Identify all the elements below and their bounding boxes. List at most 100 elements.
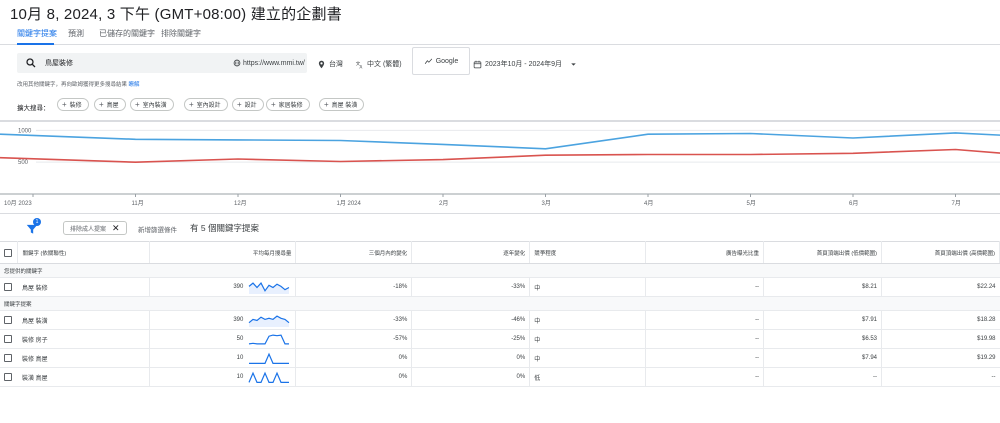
table-row[interactable]: 裝修 鳥屋 10 0% 0% 中 -- $7.94 $19.29 bbox=[0, 348, 1000, 368]
broaden-chip[interactable]: + 鳥屋 裝潢 bbox=[319, 98, 365, 111]
table-header-row: 關鍵字 (依關聯性) 平均每月搜尋量 三個月內的變化 逐年變化 競爭程度 廣告曝… bbox=[0, 241, 1000, 264]
three-month-change-cell: -18% bbox=[295, 277, 413, 297]
volume-trend-sparkline bbox=[248, 371, 290, 383]
add-filter-button[interactable]: 新增篩選條件 bbox=[138, 224, 177, 234]
bid-low-cell: -- bbox=[763, 367, 882, 387]
x-tick-label: 1月 2024 bbox=[337, 200, 362, 207]
keyword-cell: 裝修 鳥屋 bbox=[17, 348, 151, 368]
x-tick-label: 6月 bbox=[849, 200, 858, 207]
avg-volume-value: 10 bbox=[236, 355, 244, 361]
language-selector[interactable]: 文 A 中文 (繁體) bbox=[355, 59, 402, 69]
x-tick-label: 4月 bbox=[644, 200, 653, 207]
y-tick-label: 500 bbox=[18, 160, 29, 166]
keyword-search-input[interactable] bbox=[45, 53, 235, 73]
table-row[interactable]: 裝修 房子 50 -57% -25% 中 -- $6.53 $19.98 bbox=[0, 329, 1000, 349]
tab-bar: 關鍵字提案 預測 已儲存的關鍵字 排除關鍵字 bbox=[0, 25, 1000, 45]
search-icon bbox=[26, 58, 36, 68]
location-pin-icon bbox=[318, 60, 325, 68]
col-impression-share[interactable]: 廣告曝光比重 bbox=[645, 241, 765, 264]
row-checkbox[interactable] bbox=[4, 283, 12, 291]
hint-learn-link[interactable]: 瞭解 bbox=[129, 82, 140, 88]
x-tick-label: 12月 bbox=[234, 200, 247, 207]
website-url[interactable]: https://www.mmi.tw/ bbox=[233, 59, 305, 67]
bid-high-cell: $19.29 bbox=[881, 348, 1000, 368]
yoy-change-cell: -25% bbox=[411, 329, 531, 349]
chart-series-line bbox=[0, 148, 1000, 164]
language-label: 中文 (繁體) bbox=[367, 61, 402, 68]
hint-message: 改用其他關鍵字，再向歐姆獲得更多搜尋結果 bbox=[17, 82, 128, 88]
keyword-cell: 裝修 房子 bbox=[17, 329, 151, 349]
competition-cell: 中 bbox=[529, 329, 647, 349]
volume-trend-sparkline bbox=[248, 282, 290, 294]
search-network-selector[interactable]: Google bbox=[412, 47, 470, 75]
date-range-selector[interactable]: 2023年10月 - 2024年9月 bbox=[473, 59, 578, 69]
table-section-header: 您提供的關鍵字 bbox=[0, 263, 1000, 278]
avg-volume-cell: 10 bbox=[149, 367, 297, 387]
row-checkbox[interactable] bbox=[4, 354, 12, 362]
bid-low-cell: $6.53 bbox=[763, 329, 882, 349]
date-range-label: 2023年10月 - 2024年9月 bbox=[485, 61, 563, 68]
tab-saved-keywords[interactable]: 已儲存的關鍵字 bbox=[99, 28, 155, 39]
exclude-adult-filter-chip[interactable]: 排除成人提案 ✕ bbox=[63, 221, 127, 235]
x-tick-label: 11月 bbox=[132, 200, 144, 207]
broaden-chip-label: 設計 bbox=[244, 103, 257, 109]
bid-high-cell: -- bbox=[881, 367, 1000, 387]
three-month-change-cell: -33% bbox=[295, 310, 413, 330]
chevron-down-icon bbox=[571, 62, 576, 66]
broaden-chip[interactable]: + 裝修 bbox=[57, 98, 89, 111]
col-keyword[interactable]: 關鍵字 (依關聯性) bbox=[17, 241, 151, 264]
bid-high-cell: $22.24 bbox=[881, 277, 1000, 297]
table-row[interactable]: 鳥屋 裝潢 390 -33% -46% 中 -- $7.91 $18.28 bbox=[0, 310, 1000, 330]
bid-low-cell: $7.91 bbox=[763, 310, 882, 330]
x-tick-label: 7月 bbox=[952, 200, 961, 207]
table-section-header: 關鍵字提案 bbox=[0, 296, 1000, 311]
tab-keyword-ideas[interactable]: 關鍵字提案 bbox=[17, 28, 57, 39]
impression-share-cell: -- bbox=[645, 277, 765, 297]
section-title: 您提供的關鍵字 bbox=[0, 263, 1000, 278]
tab-negative-keywords[interactable]: 排除關鍵字 bbox=[161, 28, 201, 39]
keyword-table: 關鍵字 (依關聯性) 平均每月搜尋量 三個月內的變化 逐年變化 競爭程度 廣告曝… bbox=[0, 241, 1000, 387]
volume-trend-sparkline bbox=[249, 334, 290, 345]
broaden-chip[interactable]: + 室內設計 bbox=[184, 98, 228, 111]
avg-volume-cell: 50 bbox=[149, 329, 297, 349]
impression-share-cell: -- bbox=[645, 348, 765, 368]
table-body: 您提供的關鍵字 鳥屋 裝修 390 -18% -33% 中 -- $8.21 $22.24 關鍵字… bbox=[0, 263, 1000, 387]
col-bid-high[interactable]: 首頁頂端出價 (高價範圍) bbox=[881, 241, 1000, 264]
keyword-cell: 鳥屋 裝潢 bbox=[17, 310, 151, 330]
col-three-month-change[interactable]: 三個月內的變化 bbox=[295, 241, 413, 264]
row-checkbox[interactable] bbox=[4, 335, 12, 343]
location-selector[interactable]: 台灣 bbox=[317, 59, 343, 69]
broaden-chip[interactable]: + 家居裝修 bbox=[266, 98, 310, 111]
avg-volume-value: 390 bbox=[233, 284, 244, 290]
page-title: 10月 8, 2024, 3 下午 (GMT+08:00) 建立的企劃書 bbox=[10, 6, 342, 23]
row-checkbox[interactable] bbox=[4, 373, 12, 381]
globe-icon bbox=[233, 59, 241, 67]
close-icon[interactable]: ✕ bbox=[112, 223, 120, 234]
avg-volume-value: 390 bbox=[233, 317, 244, 323]
broaden-chip[interactable]: + 鳥屋 bbox=[94, 98, 126, 111]
col-competition[interactable]: 競爭程度 bbox=[529, 241, 647, 264]
col-bid-low[interactable]: 首頁頂端出價 (低價範圍) bbox=[763, 241, 882, 264]
table-row[interactable]: 鳥屋 裝修 390 -18% -33% 中 -- $8.21 $22.24 bbox=[0, 277, 1000, 297]
broaden-chip[interactable]: + 室內裝潢 bbox=[130, 98, 174, 111]
chart-canvas: 1000 500 10月 2023 11月 12月 1月 2024 2月 3月 4月 5月 6月 7月 bbox=[0, 128, 1000, 207]
select-all-checkbox[interactable] bbox=[4, 248, 12, 257]
row-checkbox[interactable] bbox=[4, 316, 12, 324]
translate-icon: 文 A bbox=[356, 60, 363, 69]
volume-trend-sparkline bbox=[248, 315, 290, 327]
tab-forecast[interactable]: 預測 bbox=[68, 28, 84, 39]
col-yoy-change[interactable]: 逐年變化 bbox=[411, 241, 531, 264]
yoy-change-cell: -46% bbox=[411, 310, 531, 330]
table-row[interactable]: 裝潢 鳥屋 10 0% 0% 低 -- -- -- bbox=[0, 367, 1000, 387]
calendar-icon bbox=[473, 60, 482, 68]
broaden-chip[interactable]: + 設計 bbox=[232, 98, 264, 111]
checkbox-cell bbox=[0, 277, 18, 297]
website-url-text: https://www.mmi.tw/ bbox=[243, 59, 305, 67]
chart-top-border bbox=[0, 120, 1000, 122]
search-box[interactable]: https://www.mmi.tw/ bbox=[17, 53, 307, 73]
col-avg-volume[interactable]: 平均每月搜尋量 bbox=[149, 241, 297, 264]
competition-cell: 中 bbox=[529, 277, 647, 297]
yoy-change-cell: -33% bbox=[411, 277, 531, 297]
bid-low-cell: $8.21 bbox=[763, 277, 882, 297]
table-toolbar: 1 排除成人提案 ✕ 新增篩選條件 有 5 個關鍵字提案 bbox=[0, 213, 1000, 240]
